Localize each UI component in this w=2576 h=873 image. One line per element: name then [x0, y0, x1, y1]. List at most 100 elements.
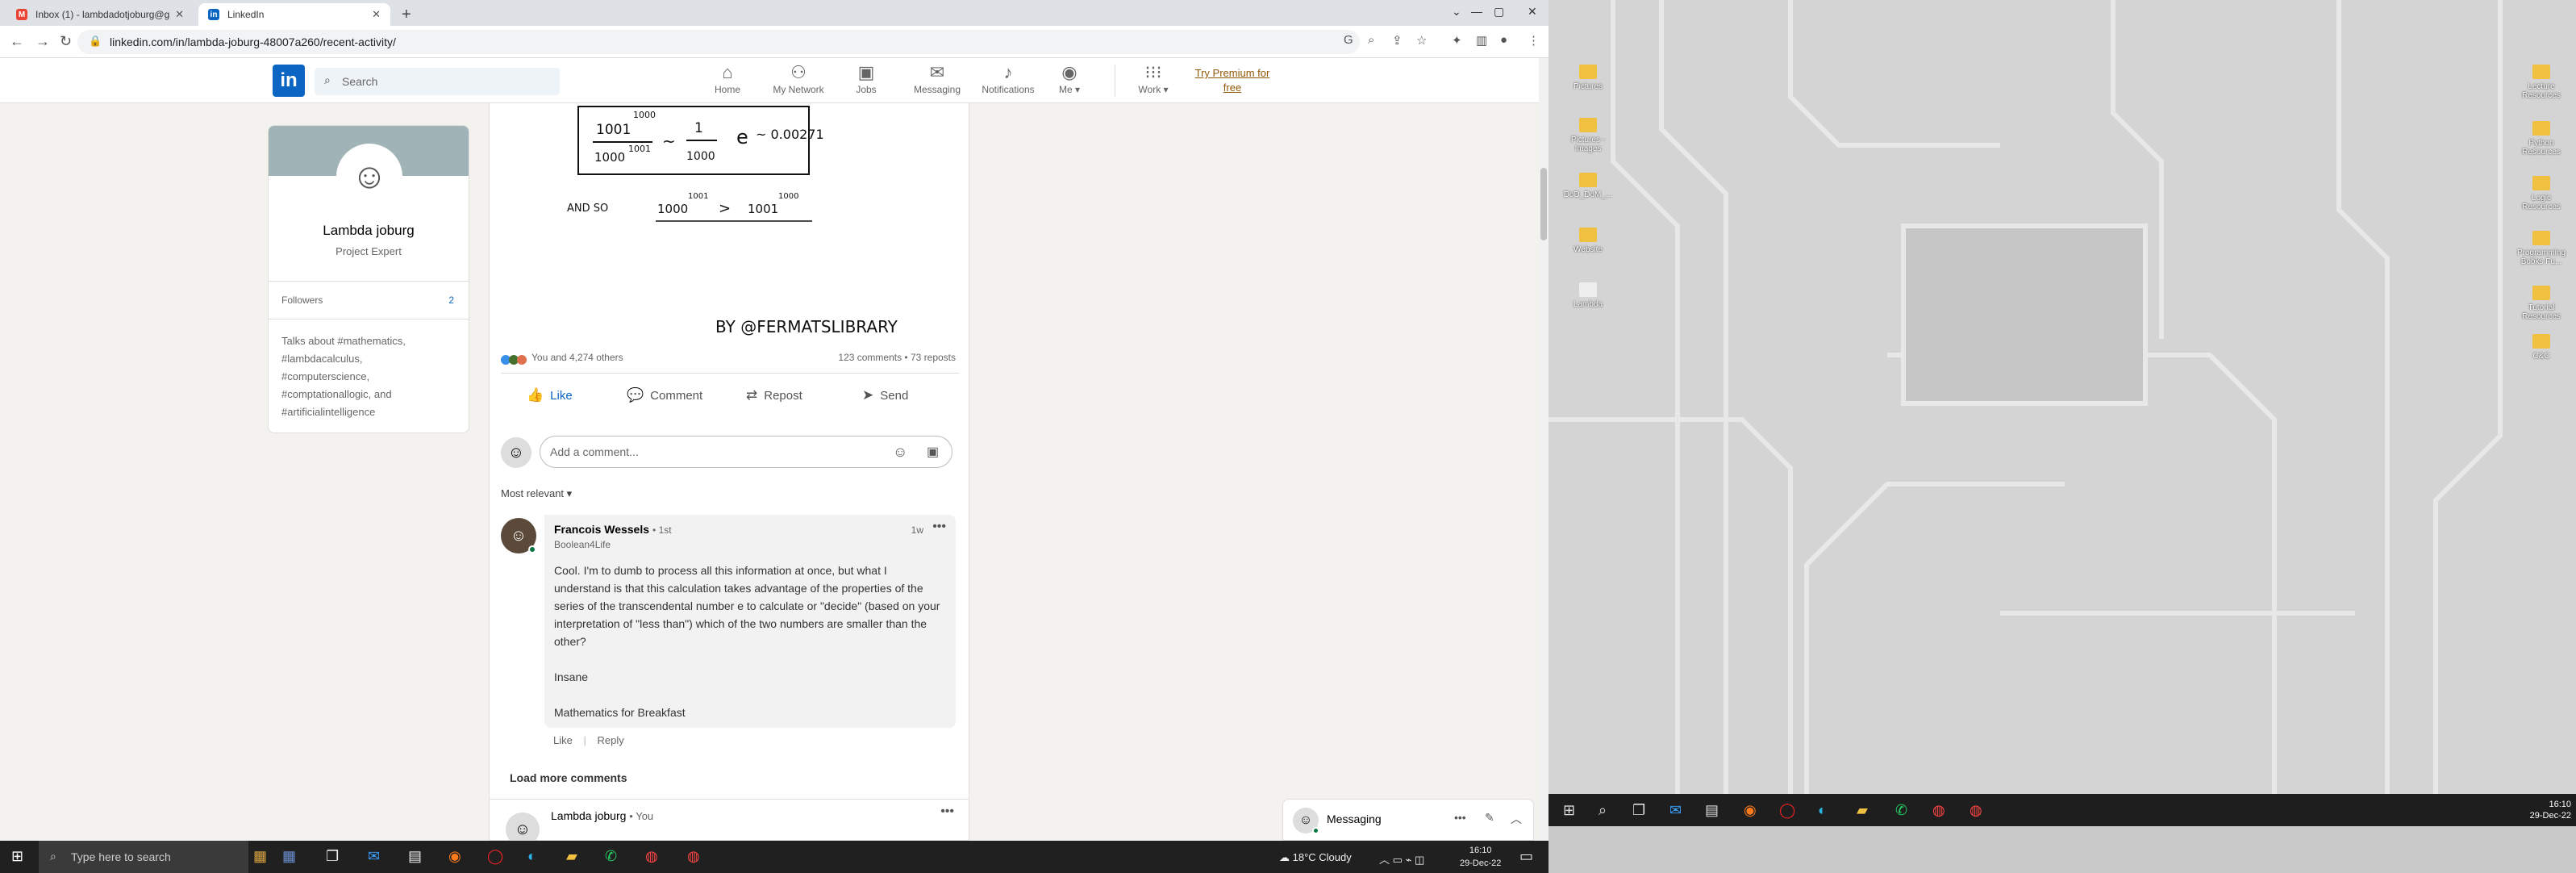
image-icon[interactable]: ▣ [927, 444, 939, 460]
profile-icon[interactable]: ● [1500, 33, 1507, 47]
share-icon[interactable]: ⇪ [1392, 33, 1403, 48]
profile-name[interactable]: Lambda joburg [269, 223, 469, 239]
reactions-count[interactable]: You and 4,274 others [531, 352, 623, 363]
nav-notifications[interactable]: ♪ Notifications [968, 61, 1048, 95]
desktop-icon[interactable]: Pictures - Images [1560, 118, 1616, 153]
tab-linkedin[interactable]: in LinkedIn ✕ [198, 3, 390, 26]
taskbar-widget-icon[interactable]: ▦ [282, 848, 296, 865]
search-input[interactable]: ⌕ Search [315, 68, 560, 95]
chevron-up-icon[interactable]: ︿ [1511, 811, 1522, 827]
desktop-icon[interactable]: Logic Resources [2513, 176, 2570, 211]
sort-dropdown[interactable]: Most relevant ▾ [501, 487, 572, 500]
post-stats[interactable]: 123 comments • 73 reposts [838, 352, 956, 363]
whatsapp-icon[interactable]: ✆ [605, 848, 617, 865]
tab-gmail[interactable]: M Inbox (1) - lambdadotjoburg@g ✕ [6, 3, 194, 26]
sidebar-icon[interactable]: ▥ [1476, 33, 1487, 48]
menu-icon[interactable]: ⋮ [1528, 33, 1540, 48]
emoji-icon[interactable]: ☺ [893, 444, 907, 461]
more-options-icon[interactable]: ••• [1454, 811, 1466, 824]
chrome-icon[interactable]: ◍ [687, 848, 700, 865]
nav-messaging[interactable]: ✉ Messaging [897, 61, 977, 95]
google-icon[interactable]: G [1344, 33, 1353, 47]
nav-me[interactable]: ◉ Me ▾ [1037, 61, 1102, 95]
avatar[interactable]: ☺ [506, 812, 540, 841]
comment-input[interactable]: Add a comment... [540, 436, 952, 468]
chrome-icon[interactable]: ◍ [645, 848, 658, 865]
back-icon[interactable]: ← [10, 33, 24, 50]
scrollbar-thumb[interactable] [1540, 168, 1547, 240]
search-icon[interactable]: ⌕ [1599, 802, 1607, 819]
edge-icon[interactable]: ◐ [527, 848, 536, 865]
love-reaction-icon [517, 355, 527, 365]
comment-button[interactable]: 💬 Comment [627, 387, 702, 403]
nav-home[interactable]: ⌂ Home [687, 61, 768, 95]
followers-row[interactable]: Followers 2 [269, 281, 469, 320]
file-explorer-icon[interactable]: ▰ [1857, 802, 1868, 819]
mail-icon[interactable]: ✉ [1669, 802, 1682, 819]
task-view-icon[interactable]: ❐ [326, 848, 339, 865]
scrollbar[interactable] [1539, 58, 1549, 841]
desktop-icon[interactable]: Python Resources [2513, 121, 2570, 157]
post-author[interactable]: Lambda joburg [551, 809, 626, 822]
edge-icon[interactable]: ◐ [1818, 802, 1827, 819]
try-premium-link[interactable]: Try Premium for free [1184, 66, 1281, 95]
extensions-icon[interactable]: ✦ [1452, 33, 1462, 48]
desktop-icon[interactable]: Lecture Resources [2513, 65, 2570, 100]
windows-start-icon[interactable]: ⊞ [11, 848, 23, 865]
comment-author[interactable]: Francois Wessels [554, 523, 649, 536]
close-tab-icon[interactable]: ✕ [175, 8, 184, 21]
like-button[interactable]: 👍 Like [527, 387, 573, 403]
desktop-icon[interactable]: Programming Books Fu... [2513, 231, 2570, 266]
chrome-icon[interactable]: ◍ [1932, 802, 1945, 819]
comment-reply-button[interactable]: Reply [598, 734, 624, 746]
repost-button[interactable]: ⇄ Repost [746, 387, 802, 403]
chrome-icon[interactable]: ◍ [1970, 802, 1982, 819]
taskbar-widget-icon[interactable]: ▦ [253, 848, 267, 865]
compose-icon[interactable]: ✎ [1485, 811, 1494, 825]
notifications-icon[interactable]: ▭ [1519, 848, 1533, 865]
store-icon[interactable]: ▤ [1705, 802, 1719, 819]
maximize-icon[interactable]: ▢ [1494, 5, 1504, 19]
desktop-icon[interactable]: C&C [2513, 334, 2570, 361]
firefox-icon[interactable]: ◉ [1744, 802, 1757, 819]
nav-jobs[interactable]: ▣ Jobs [826, 61, 907, 95]
desktop-icon[interactable]: Website [1560, 228, 1616, 254]
linkedin-logo[interactable]: in [273, 65, 305, 97]
forward-icon[interactable]: → [35, 33, 50, 50]
mail-icon[interactable]: ✉ [368, 848, 380, 865]
close-window-icon[interactable]: ✕ [1528, 5, 1537, 19]
new-tab-icon[interactable]: + [402, 6, 411, 24]
more-options-icon[interactable]: ••• [932, 520, 946, 534]
more-options-icon[interactable]: ••• [940, 804, 954, 819]
messaging-overlay[interactable]: ☺ Messaging ••• ✎ ︿ [1282, 799, 1534, 841]
firefox-icon[interactable]: ◉ [448, 848, 461, 865]
taskbar-search-input[interactable]: ⌕ Type here to search [39, 841, 248, 873]
desktop-icon[interactable]: Pictures [1560, 65, 1616, 91]
bookmark-star-icon[interactable]: ☆ [1416, 33, 1427, 48]
windows-start-icon[interactable]: ⊞ [1563, 802, 1575, 819]
avatar[interactable]: ☺ [336, 144, 402, 210]
weather-widget[interactable]: ☁ 18°C Cloudy [1279, 851, 1352, 864]
tray-icons[interactable]: ︿ ▭ ⌁ ◫ [1379, 851, 1424, 867]
system-clock[interactable]: 16:10 29-Dec-22 [1460, 844, 1501, 870]
whatsapp-icon[interactable]: ✆ [1895, 802, 1907, 819]
zoom-icon[interactable]: ⌕ [1368, 33, 1374, 47]
close-tab-icon[interactable]: ✕ [372, 8, 381, 21]
file-explorer-icon[interactable]: ▰ [566, 848, 577, 865]
nav-work[interactable]: ⁝⁝⁝ Work ▾ [1115, 61, 1192, 95]
opera-icon[interactable]: ◯ [487, 848, 503, 865]
reload-icon[interactable]: ↻ [60, 33, 72, 50]
desktop-icon[interactable]: Lambda [1560, 282, 1616, 309]
comment-like-button[interactable]: Like [553, 734, 573, 746]
address-bar[interactable]: 🔒 linkedin.com/in/lambda-joburg-48007a26… [77, 30, 1360, 54]
remote-desktop: Pictures Pictures - Images DoD_DoM_... W… [1549, 0, 2576, 794]
chevron-down-icon[interactable]: ⌄ [1452, 5, 1461, 19]
desktop-icon[interactable]: Tutorial Resources [2513, 286, 2570, 321]
desktop-icon[interactable]: DoD_DoM_... [1560, 173, 1616, 199]
load-more-comments-button[interactable]: Load more comments [510, 771, 627, 784]
opera-icon[interactable]: ◯ [1779, 802, 1795, 819]
send-button[interactable]: ➤ Send [862, 387, 908, 403]
store-icon[interactable]: ▤ [408, 848, 422, 865]
minimize-icon[interactable]: — [1471, 5, 1482, 18]
task-view-icon[interactable]: ❐ [1632, 802, 1645, 819]
